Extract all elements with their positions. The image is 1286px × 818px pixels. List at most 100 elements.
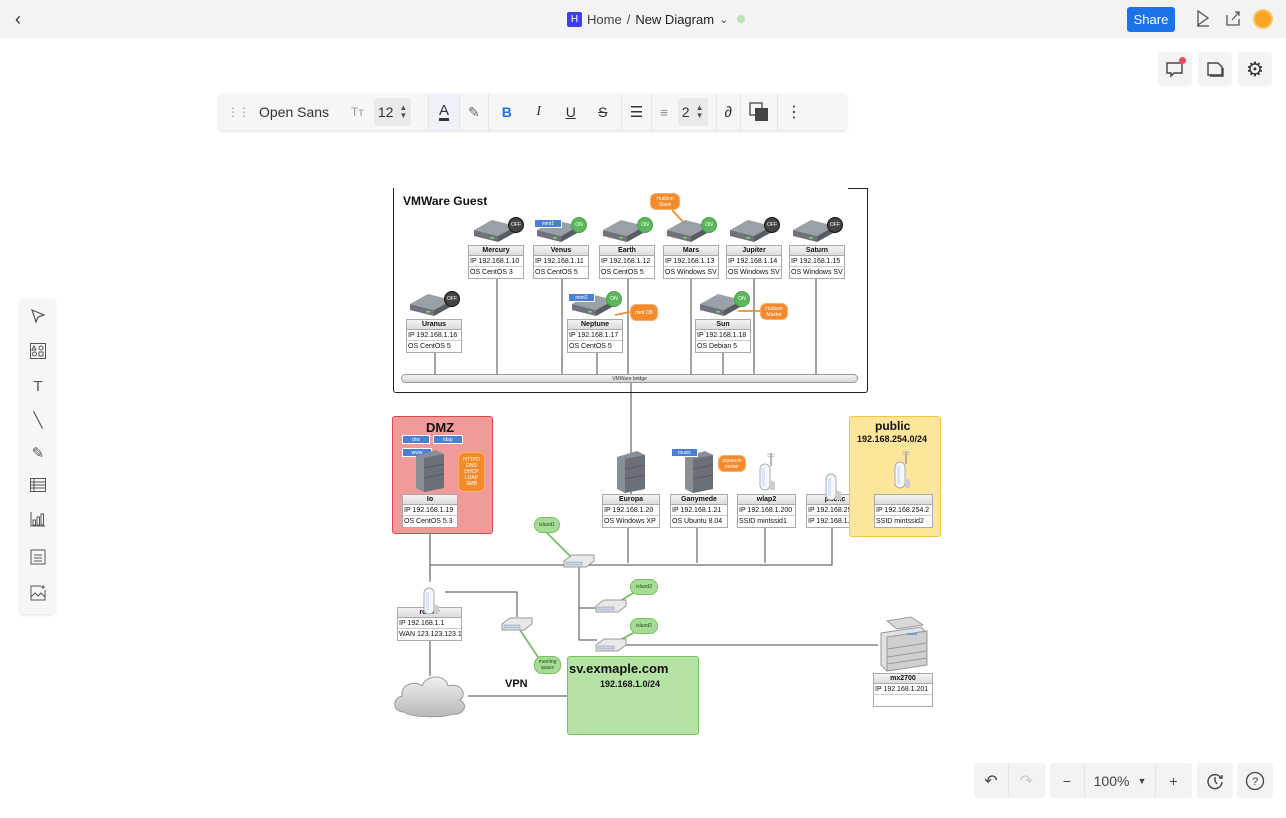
vmware-title[interactable]: VMWare Guest: [403, 194, 487, 208]
chevron-down-icon[interactable]: ⌄: [719, 13, 728, 26]
host-ip: IP 192.168.254.2: [875, 505, 932, 516]
host-tag[interactable]: mint1: [534, 219, 562, 228]
document-title[interactable]: New Diagram: [635, 12, 714, 27]
image-tool[interactable]: [28, 585, 48, 605]
zoom-out-button[interactable]: −: [1050, 763, 1085, 798]
shapes-tool[interactable]: [28, 343, 48, 363]
status-badge[interactable]: OFF: [508, 217, 524, 233]
strikethrough-button[interactable]: S: [593, 104, 613, 120]
font-size-value[interactable]: 12: [378, 104, 394, 120]
sv-zone-subnet[interactable]: 192.168.1.0/24: [600, 679, 660, 689]
status-badge[interactable]: OFF: [444, 291, 460, 307]
help-button[interactable]: ?: [1237, 763, 1273, 798]
island2-note-a[interactable]: island2: [630, 579, 658, 595]
back-button[interactable]: ‹: [8, 9, 28, 29]
undo-button[interactable]: ↶: [974, 763, 1009, 798]
pages-button[interactable]: [1198, 52, 1232, 86]
font-family-select[interactable]: Open Sans: [259, 104, 341, 120]
host-sun[interactable]: Sun IP 192.168.1.18 OS Debian 5: [695, 319, 751, 353]
status-badge[interactable]: ON: [571, 217, 587, 233]
host-note[interactable]: mint DB: [630, 304, 658, 321]
host-wlap2[interactable]: wlap2 IP 192.168.1.200 SSID mintssid1: [737, 494, 796, 528]
underline-button[interactable]: U: [561, 104, 581, 120]
public-ap[interactable]: IP 192.168.254.2 SSID mintssid2: [874, 494, 933, 528]
dmz-tag-dns[interactable]: dns: [402, 435, 430, 444]
settings-button[interactable]: ⚙: [1238, 52, 1272, 86]
chart-tool[interactable]: [28, 511, 48, 531]
host-io[interactable]: Io IP 192.168.1.19 OS CentOS 5.3: [402, 494, 458, 528]
undo-icon: ↶: [984, 772, 998, 790]
dmz-title[interactable]: DMZ: [426, 420, 454, 435]
public-zone-subnet[interactable]: 192.168.254.0/24: [857, 434, 927, 444]
history-button[interactable]: [1197, 763, 1233, 798]
host-europa[interactable]: Europa IP 192.168.1.20 OS Windows XP: [602, 494, 660, 528]
zoom-level-select[interactable]: 100% ▼: [1085, 763, 1156, 798]
line-spacing-stepper[interactable]: 2 ▲ ▼: [677, 98, 708, 126]
line-tool[interactable]: ╲: [28, 411, 48, 431]
pen-tool[interactable]: ✎: [28, 444, 48, 464]
align-button[interactable]: ☰: [622, 94, 653, 130]
island2-note-b[interactable]: island2: [630, 618, 658, 634]
status-badge[interactable]: ON: [701, 217, 717, 233]
zoom-in-button[interactable]: +: [1156, 763, 1191, 798]
access-point-icon: [825, 473, 841, 501]
export-button[interactable]: [1223, 9, 1243, 29]
host-ganymede[interactable]: Ganymede IP 192.168.1.21 OS Ubuntu 8.04: [670, 494, 728, 528]
arrange-button[interactable]: [741, 94, 778, 130]
italic-button[interactable]: I: [529, 104, 549, 120]
status-badge[interactable]: OFF: [764, 217, 780, 233]
comments-button[interactable]: [1158, 52, 1192, 86]
host-ip: IP 192.168.1.13: [664, 256, 718, 267]
island1-note[interactable]: island1: [534, 517, 560, 533]
meeting-space-note[interactable]: meeting space: [534, 656, 561, 674]
table-tool[interactable]: [28, 477, 48, 497]
bold-button[interactable]: B: [497, 104, 517, 120]
ganymede-tag-music[interactable]: music: [671, 448, 698, 457]
line-spacing-arrows[interactable]: ▲ ▼: [696, 104, 704, 120]
host-jupiter[interactable]: Jupiter IP 192.168.1.14 OS Windows SV: [726, 245, 782, 279]
link-icon: ∂: [724, 103, 732, 121]
line-spacing-value[interactable]: 2: [682, 104, 690, 120]
dmz-tag-ldap[interactable]: ldap: [433, 435, 463, 444]
more-options-button[interactable]: ⋮: [778, 94, 810, 130]
highlight-button[interactable]: ✎: [460, 94, 489, 130]
host-os: OS CentOS 5: [601, 269, 644, 276]
host-neptune[interactable]: Neptune IP 192.168.1.17 OS CentOS 5: [567, 319, 623, 353]
host-mercury[interactable]: Mercury IP 192.168.1.10 OS CentOS 3: [468, 245, 524, 279]
vpn-label[interactable]: VPN: [505, 678, 528, 690]
present-button[interactable]: [1193, 9, 1213, 29]
sv-zone-title[interactable]: sv.exmaple.com: [569, 661, 668, 676]
dmz-services-note[interactable]: HTTPD DNS DHCP LDAP SMB: [458, 452, 485, 492]
host-tag[interactable]: mint2: [568, 293, 595, 302]
status-badge[interactable]: ON: [606, 291, 622, 307]
user-avatar[interactable]: [1253, 9, 1273, 29]
host-earth[interactable]: Earth IP 192.168.1.12 OS CentOS 5: [599, 245, 655, 279]
text-color-button[interactable]: A: [429, 94, 461, 130]
drag-handle-icon[interactable]: ⋮⋮: [227, 105, 250, 119]
access-point-icon: [894, 451, 911, 489]
host-note[interactable]: Hudson Master: [760, 303, 788, 320]
container-tool[interactable]: [28, 549, 48, 569]
font-size-stepper[interactable]: 12 ▲ ▼: [373, 98, 412, 126]
vmware-bridge[interactable]: VMWare bridge: [401, 374, 858, 383]
printer-mx2700[interactable]: mx2700 IP 192.168.1.201: [873, 673, 933, 707]
font-size-arrows[interactable]: ▲ ▼: [399, 104, 407, 120]
format-toolbar: ⋮⋮ Open Sans Tт 12 ▲ ▼ A ✎ B I U S ☰ ≡ 2 …: [219, 94, 846, 130]
share-button[interactable]: Share: [1127, 7, 1175, 32]
host-uranus[interactable]: Uranus IP 192.168.1.16 OS CentOS 5: [406, 319, 462, 353]
text-tool[interactable]: T: [28, 377, 48, 397]
breadcrumb-home[interactable]: Home: [587, 12, 622, 27]
host-saturn[interactable]: Saturn IP 192.168.1.15 OS Windows SV: [789, 245, 845, 279]
redo-button[interactable]: ↷: [1009, 763, 1044, 798]
ganymede-note[interactable]: squeeze center: [718, 455, 746, 472]
internet-cloud-icon[interactable]: [390, 672, 470, 718]
public-zone-title[interactable]: public: [875, 419, 910, 433]
host-mars[interactable]: Mars IP 192.168.1.13 OS Windows SV: [663, 245, 719, 279]
status-badge[interactable]: ON: [734, 291, 750, 307]
status-badge[interactable]: OFF: [827, 217, 843, 233]
host-note[interactable]: Hudson Slave: [650, 193, 680, 210]
host-venus[interactable]: Venus IP 192.168.1.11 OS CentOS 5: [533, 245, 589, 279]
status-badge[interactable]: ON: [637, 217, 653, 233]
link-button[interactable]: ∂: [717, 94, 741, 130]
select-tool[interactable]: [28, 308, 48, 328]
